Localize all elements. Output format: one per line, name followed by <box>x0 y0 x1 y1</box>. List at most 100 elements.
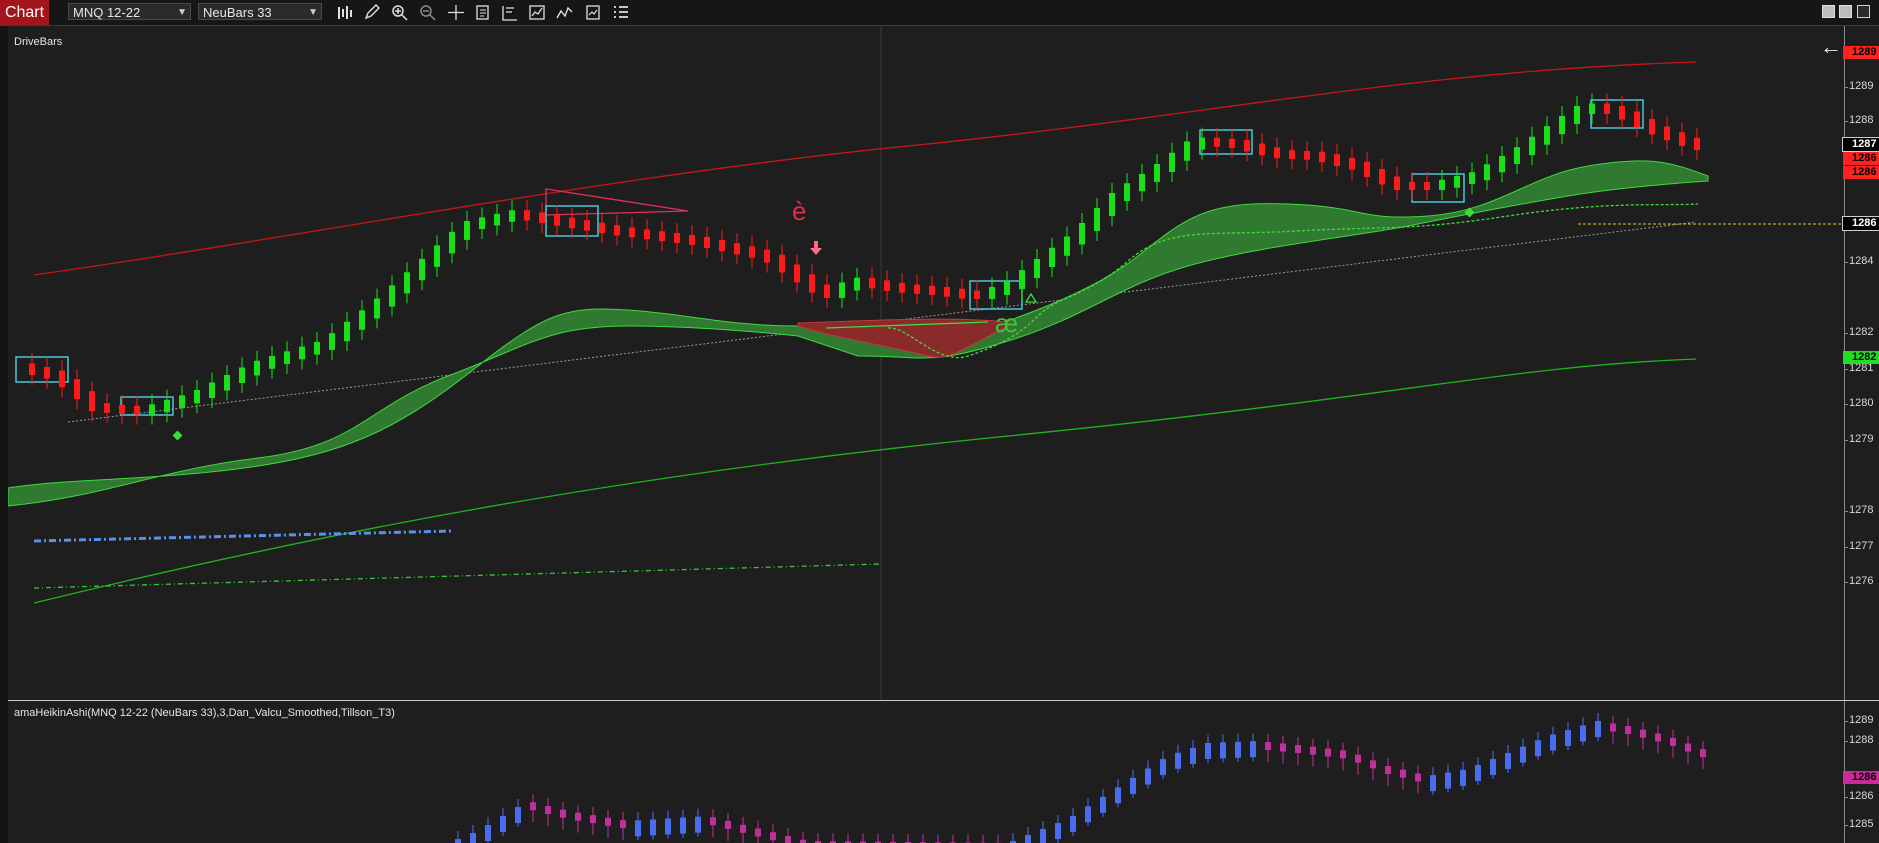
candle-body <box>254 360 260 376</box>
crosshair-icon[interactable] <box>446 3 466 22</box>
candle-body <box>1649 119 1655 135</box>
candle-body <box>914 284 920 294</box>
annotation-ae: æ <box>995 308 1019 338</box>
ha-candle-body <box>695 816 701 833</box>
candle-body <box>29 363 35 375</box>
ha-price-axis[interactable]: 1289 1288 1286 1285 1286 <box>1843 701 1879 843</box>
price-chart[interactable] <box>8 26 1845 700</box>
price-badge: 1286 <box>1843 166 1879 179</box>
ha-candle-body <box>1040 829 1046 843</box>
candle-body <box>929 285 935 295</box>
candle-body <box>1679 132 1685 146</box>
candle-body <box>1694 137 1700 150</box>
candle-body <box>1259 143 1265 156</box>
instrument-selector[interactable]: MNQ 12-22 ▼ <box>68 3 191 20</box>
candle-body <box>1244 139 1250 152</box>
annotation-e: è <box>792 196 807 226</box>
ha-candle-body <box>1220 742 1226 759</box>
price-tick: 1280 <box>1844 397 1879 409</box>
price-panel[interactable]: DriveBars è æ ← 1289 1288 1284 1282 1281… <box>8 26 1879 700</box>
ha-candle-body <box>560 809 566 818</box>
price-tick: 1288 <box>1844 114 1879 126</box>
candle-body <box>614 225 620 236</box>
candle-body <box>794 264 800 283</box>
ha-candle-body <box>1235 741 1241 758</box>
candle-body <box>134 405 140 415</box>
price-axis[interactable]: 1289 1288 1285 1284 1282 1281 1280 1279 … <box>1842 26 1879 700</box>
candle-body <box>554 215 560 226</box>
candle-body <box>299 346 305 360</box>
list-icon[interactable] <box>611 3 631 22</box>
indicators-icon[interactable] <box>555 3 575 22</box>
ha-candle-body <box>1205 743 1211 759</box>
ha-candle-body <box>470 833 476 843</box>
candle-body <box>599 222 605 234</box>
candle-body <box>1439 179 1445 190</box>
candle-body <box>1379 169 1385 185</box>
strategy-icon[interactable] <box>583 3 603 22</box>
zoom-out-icon[interactable] <box>418 3 438 22</box>
heikin-ashi-panel[interactable]: amaHeikinAshi(MNQ 12-22 (NeuBars 33),3,D… <box>8 701 1879 843</box>
up-arrow-icon <box>1024 292 1038 303</box>
candle-body <box>824 284 830 298</box>
bar-type-selector[interactable]: NeuBars 33 ▼ <box>198 3 322 20</box>
left-margin <box>0 26 8 843</box>
candle-body <box>389 285 395 307</box>
ha-candle-body <box>1535 740 1541 757</box>
candle-body <box>1079 223 1085 245</box>
candle-body <box>89 391 95 412</box>
candle-body <box>494 213 500 226</box>
candle-body <box>239 367 245 383</box>
chart-trader-icon[interactable] <box>500 3 520 22</box>
ha-candle-body <box>725 821 731 829</box>
price-badge: 1282 <box>1843 351 1879 364</box>
back-arrow-icon[interactable]: ← <box>1820 34 1842 60</box>
chevron-down-icon: ▼ <box>177 7 187 18</box>
candle-body <box>1409 182 1415 190</box>
ha-candle-body <box>1655 733 1661 742</box>
ha-candle-body <box>1190 747 1196 764</box>
ha-candle-body <box>785 836 791 843</box>
price-tick: 1286 <box>1844 790 1879 802</box>
candle-body <box>374 298 380 319</box>
tile-window-button[interactable] <box>1822 5 1835 18</box>
ha-candle-body <box>500 816 506 832</box>
candle-body <box>434 245 440 267</box>
candle-body <box>704 236 710 248</box>
ha-candle-body <box>1055 823 1061 839</box>
ha-candle-body <box>1370 760 1376 769</box>
zoom-in-icon[interactable] <box>390 3 410 22</box>
candle-body <box>1094 208 1100 231</box>
maximize-window-button[interactable] <box>1839 5 1852 18</box>
candle-body <box>674 233 680 243</box>
candle-body <box>959 288 965 299</box>
candle-body <box>1124 183 1130 201</box>
candle-body <box>944 286 950 297</box>
ha-candle-body <box>1100 796 1106 813</box>
upper-channel-line <box>33 61 1697 276</box>
candle-body <box>629 227 635 238</box>
candle-body <box>74 379 80 400</box>
candle-body <box>1274 147 1280 159</box>
candle-body <box>779 254 785 273</box>
candle-body <box>269 356 275 369</box>
data-box-icon[interactable] <box>527 3 547 22</box>
draw-pencil-icon[interactable] <box>362 3 382 22</box>
price-tick: 1279 <box>1844 433 1879 445</box>
candle-body <box>689 235 695 245</box>
ha-candle-body <box>1685 743 1691 752</box>
properties-icon[interactable] <box>473 3 493 22</box>
ha-candle-body <box>485 825 491 841</box>
candle-body <box>1289 150 1295 159</box>
ha-candle-body <box>605 817 611 826</box>
close-window-button[interactable] <box>1857 5 1870 18</box>
bar-style-icon[interactable] <box>335 3 355 22</box>
candle-body <box>314 341 320 355</box>
heikin-ashi-chart[interactable] <box>8 701 1845 843</box>
candle-body <box>854 277 860 291</box>
candle-body <box>1529 136 1535 156</box>
candle-body <box>1514 147 1520 165</box>
candle-body <box>1109 193 1115 216</box>
candle-body <box>1304 150 1310 160</box>
chart-tab[interactable]: Chart <box>0 0 49 25</box>
